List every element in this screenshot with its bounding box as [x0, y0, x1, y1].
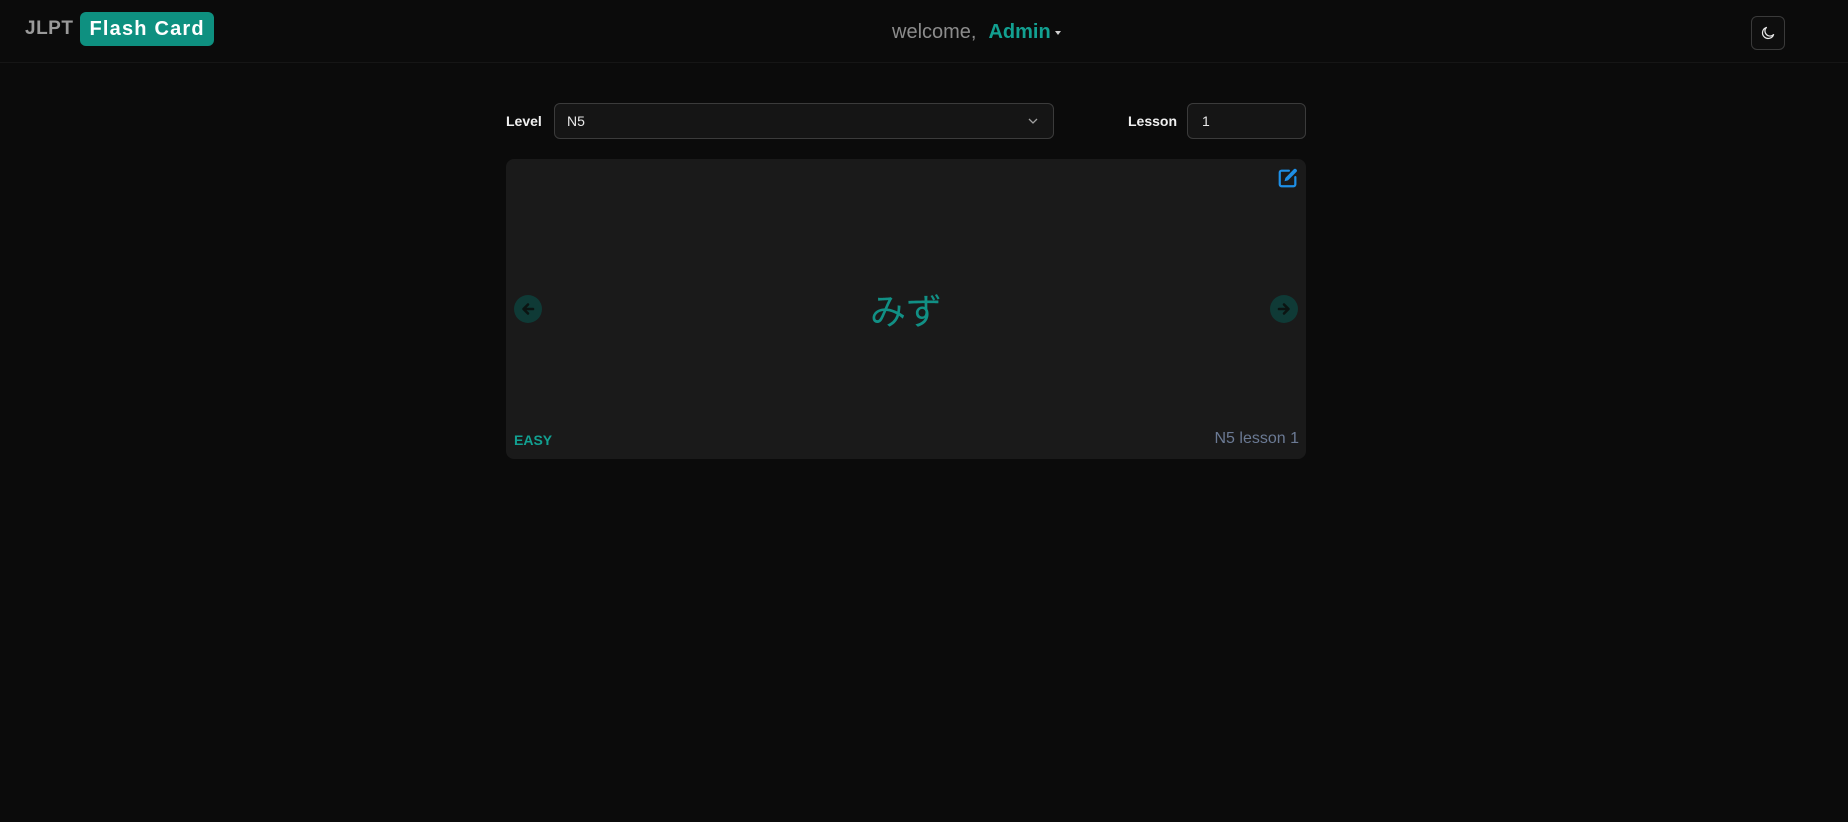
username-label: Admin — [988, 21, 1051, 43]
next-card-button[interactable] — [1270, 295, 1298, 323]
level-label: Level — [506, 113, 542, 129]
arrow-right-icon — [1277, 303, 1290, 315]
brand-badge: Flash Card — [80, 11, 214, 46]
user-menu-dropdown[interactable]: Admin — [988, 21, 1061, 44]
chevron-down-icon — [1028, 118, 1038, 124]
card-word: みず — [869, 292, 942, 333]
lesson-input[interactable] — [1187, 103, 1306, 139]
theme-toggle-button[interactable] — [1751, 16, 1785, 50]
moon-icon — [1761, 26, 1775, 40]
lesson-label: Lesson — [1128, 113, 1178, 129]
welcome-greeting: welcome, Admin — [892, 21, 1061, 44]
app-logo[interactable]: JLPT Flash Card — [25, 11, 214, 46]
difficulty-badge: EASY — [514, 432, 553, 448]
flash-card[interactable]: みず EASY N5 lesson 1 — [506, 159, 1306, 459]
level-select[interactable]: N5 — [554, 103, 1054, 139]
edit-icon[interactable] — [1277, 167, 1299, 189]
top-navbar: JLPT Flash Card welcome, Admin — [0, 0, 1848, 63]
welcome-text: welcome, — [892, 21, 977, 43]
caret-down-icon — [1054, 31, 1061, 35]
brand-prefix: JLPT — [25, 17, 74, 39]
level-selected-value: N5 — [567, 113, 585, 129]
card-lesson-tag: N5 lesson 1 — [1214, 430, 1300, 447]
